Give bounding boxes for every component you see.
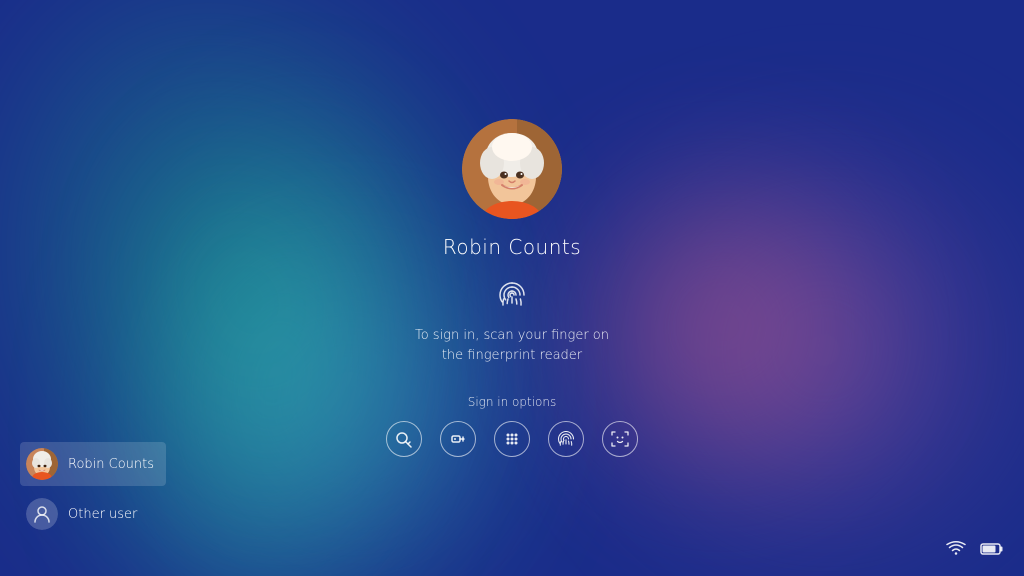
- signin-options-row: [386, 421, 638, 457]
- face-option-button[interactable]: [602, 421, 638, 457]
- user-name-robin: Robin Counts: [68, 457, 154, 472]
- password-option-button[interactable]: [386, 421, 422, 457]
- pin-icon: [503, 430, 521, 448]
- fingerprint-icon: [496, 279, 528, 316]
- user-avatar-robin: [26, 448, 58, 480]
- face-icon: [610, 429, 630, 449]
- other-user-icon: [32, 504, 52, 524]
- security-key-option-button[interactable]: [440, 421, 476, 457]
- fingerprint-option-icon: [556, 429, 576, 449]
- signin-options-label: Sign in options: [468, 395, 557, 409]
- user-name-other: Other user: [68, 507, 137, 522]
- user-switcher: Robin Counts Other user: [20, 442, 166, 536]
- username-label: Robin Counts: [443, 235, 581, 259]
- login-panel: Robin Counts To sign in, scan your finge…: [386, 119, 638, 457]
- signin-hint-text: To sign in, scan your finger onthe finge…: [415, 326, 609, 365]
- fingerprint-option-button[interactable]: [548, 421, 584, 457]
- user-item-other[interactable]: Other user: [20, 492, 166, 536]
- user-avatar: [462, 119, 562, 219]
- system-tray: [946, 540, 1004, 560]
- battery-icon[interactable]: [980, 541, 1004, 560]
- pin-option-button[interactable]: [494, 421, 530, 457]
- key-icon: [395, 430, 413, 448]
- security-key-icon: [449, 430, 467, 448]
- avatar-image: [462, 119, 562, 219]
- user-avatar-other: [26, 498, 58, 530]
- wifi-icon[interactable]: [946, 540, 966, 560]
- user-item-robin[interactable]: Robin Counts: [20, 442, 166, 486]
